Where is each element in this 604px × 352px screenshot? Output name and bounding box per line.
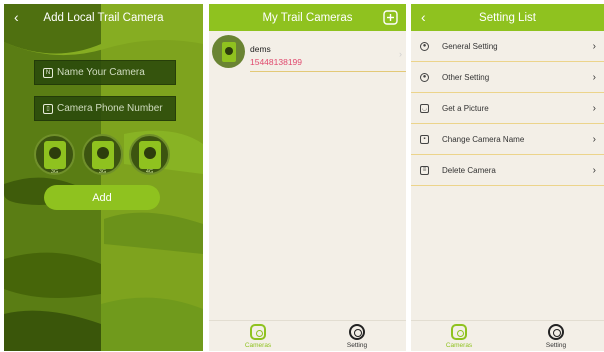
trail-camera-icon [138,140,161,169]
setting-general[interactable]: ● General Setting › [411,31,604,62]
camera-thumbnail [212,35,245,68]
camera-icon: ▪ [420,134,429,144]
camera-icon [451,324,467,340]
camera-type-option[interactable]: 4G [129,134,170,175]
camera-name: dems [250,44,271,54]
trash-icon: ≡ [420,165,429,175]
camera-phone-input[interactable] [57,103,167,114]
tab-label: Setting [346,342,368,349]
gear-icon: ● [420,72,429,82]
tab-label: Cameras [244,342,272,349]
setting-label: Delete Camera [442,165,496,175]
tab-setting[interactable]: Setting [536,324,576,349]
header: My Trail Cameras [209,4,406,31]
picture-icon: ◡ [420,103,429,113]
camera-type-option[interactable]: 3G [82,134,123,175]
trail-camera-icon [221,41,236,62]
tab-setting[interactable]: Setting [337,324,377,349]
camera-list-screen: My Trail Cameras dems 15448138199 › Came… [209,4,406,351]
page-title: My Trail Cameras [262,11,353,24]
camera-phone-field[interactable]: ▯ [34,96,176,121]
setting-delete-camera[interactable]: ≡ Delete Camera › [411,155,604,186]
camera-type-option[interactable]: 3G [34,134,75,175]
phone-icon: ▯ [43,103,53,114]
chevron-right-icon: › [592,133,596,145]
page-title: Setting List [479,11,536,24]
tab-label: Setting [545,342,567,349]
camera-phone: 15448138199 [250,57,303,67]
add-camera-icon[interactable] [383,10,398,25]
list-item[interactable]: dems 15448138199 › [209,32,406,76]
tab-cameras[interactable]: Cameras [238,324,278,349]
setting-label: Change Camera Name [442,134,525,144]
header: ‹ Setting List [411,4,604,31]
setting-list-screen: ‹ Setting List ● General Setting › ● Oth… [411,4,604,351]
setting-label: Get a Picture [442,103,489,113]
camera-name-input[interactable] [57,67,167,78]
setting-other[interactable]: ● Other Setting › [411,62,604,93]
tab-bar: Cameras Setting [209,320,406,351]
setting-change-name[interactable]: ▪ Change Camera Name › [411,124,604,155]
camera-type-label: 3G [50,169,59,175]
tab-cameras[interactable]: Cameras [439,324,479,349]
gear-icon [349,324,365,340]
trail-camera-icon [43,140,66,169]
camo-background [4,4,203,351]
tab-label: Cameras [445,342,473,349]
back-icon[interactable]: ‹ [14,9,19,25]
chevron-right-icon: › [592,164,596,176]
camera-type-label: 3G [98,169,107,175]
setting-label: General Setting [442,41,498,51]
camera-type-label: 4G [145,169,154,175]
divider [250,71,406,72]
name-tag-icon: N [43,67,53,78]
setting-label: Other Setting [442,72,490,82]
chevron-right-icon: › [399,49,402,59]
add-camera-screen: ‹ Add Local Trail Camera N ▯ 3G 3G 4G Ad… [4,4,203,351]
gear-icon: ● [420,41,429,51]
trail-camera-icon [91,140,114,169]
settings-list: ● General Setting › ● Other Setting › ◡ … [411,31,604,186]
page-title: Add Local Trail Camera [43,11,164,24]
gear-icon [548,324,564,340]
chevron-right-icon: › [592,102,596,114]
camera-icon [250,324,266,340]
back-icon[interactable]: ‹ [421,9,426,25]
chevron-right-icon: › [592,40,596,52]
setting-get-picture[interactable]: ◡ Get a Picture › [411,93,604,124]
chevron-right-icon: › [592,71,596,83]
header: ‹ Add Local Trail Camera [4,4,203,31]
tab-bar: Cameras Setting [411,320,604,351]
camera-name-field[interactable]: N [34,60,176,85]
add-button[interactable]: Add [44,185,160,210]
